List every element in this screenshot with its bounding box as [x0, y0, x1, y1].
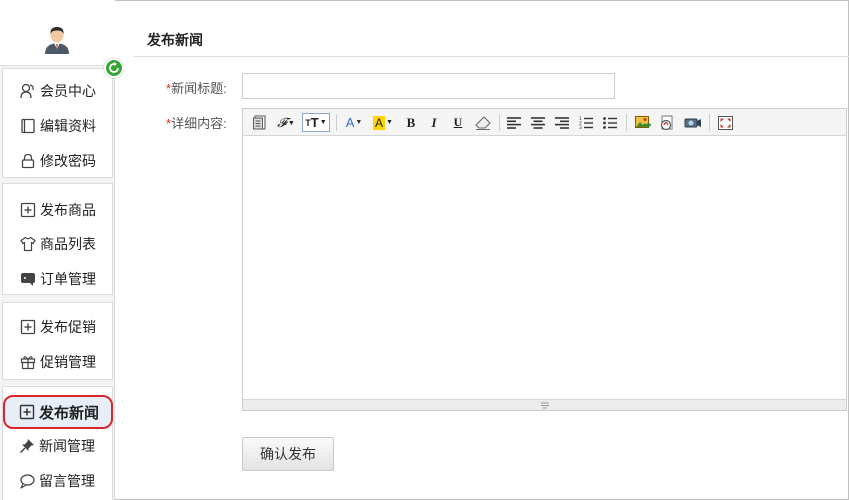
svg-text:3: 3	[579, 125, 582, 129]
lock-icon	[20, 153, 36, 169]
sidebar-item-change-password[interactable]: 修改密码	[3, 144, 114, 178]
refresh-icon[interactable]	[104, 58, 124, 78]
sidebar-item-order-management[interactable]: 订单管理	[3, 262, 114, 296]
sidebar-item-member-center[interactable]: 会员中心	[3, 74, 114, 108]
source-icon[interactable]	[252, 113, 268, 132]
sidebar: 会员中心 编辑资料 修改密码 发布商品 商品列表 订单管理 发布促销 促销管理 …	[0, 0, 124, 500]
sidebar-item-label: 留言管理	[39, 473, 95, 489]
toolbar-separator	[626, 114, 627, 131]
sidebar-item-label: 发布促销	[40, 319, 96, 335]
editor-resize-handle[interactable]	[243, 399, 846, 410]
news-content-label: *详细内容:	[166, 116, 227, 131]
avatar-area	[0, 0, 115, 66]
sidebar-group-goods: 发布商品 商品列表 订单管理	[2, 183, 113, 295]
tshirt-icon	[20, 236, 36, 252]
toolbar-separator	[336, 114, 337, 131]
pin-icon	[19, 438, 35, 454]
ordered-list-icon[interactable]: 123	[578, 113, 594, 132]
sidebar-item-publish-promotion[interactable]: 发布促销	[3, 310, 114, 344]
page-title: 发布新闻	[147, 32, 203, 48]
sidebar-item-label: 会员中心	[40, 83, 96, 99]
sidebar-item-edit-profile[interactable]: 编辑资料	[3, 109, 114, 143]
sidebar-item-news-management[interactable]: 新闻管理	[2, 429, 113, 463]
highlight-color-icon[interactable]: A ▼	[371, 113, 395, 132]
sidebar-item-label: 编辑资料	[40, 118, 96, 134]
plus-box-icon	[20, 319, 36, 335]
sidebar-item-message-management[interactable]: 留言管理	[2, 464, 113, 498]
toolbar-separator	[709, 114, 710, 131]
insert-image-icon[interactable]	[634, 113, 652, 132]
sidebar-group-member: 会员中心 编辑资料 修改密码	[2, 68, 113, 178]
sidebar-item-label: 发布新闻	[39, 404, 100, 422]
sidebar-item-label: 发布商品	[40, 202, 96, 218]
confirm-publish-button[interactable]: 确认发布	[242, 437, 334, 471]
bold-icon[interactable]: B	[403, 113, 419, 132]
title-divider	[134, 56, 849, 57]
underline-icon[interactable]: U	[450, 113, 466, 132]
insert-media-icon[interactable]	[683, 113, 703, 132]
sidebar-item-promotion-management[interactable]: 促销管理	[3, 345, 114, 379]
sidebar-item-publish-news[interactable]: 发布新闻	[2, 395, 113, 429]
unordered-list-icon[interactable]	[602, 113, 618, 132]
align-left-icon[interactable]	[506, 113, 522, 132]
toolbar-separator	[499, 114, 500, 131]
font-size-icon[interactable]: T T ▼	[302, 113, 330, 132]
main-content: 发布新闻 *新闻标题: *详细内容: 𝓕 ▼ T T ▼ A ▼ A ▼ B I…	[115, 0, 849, 500]
gift-icon	[20, 354, 36, 370]
font-family-icon[interactable]: 𝓕 ▼	[275, 113, 297, 132]
avatar[interactable]	[43, 24, 71, 54]
align-right-icon[interactable]	[554, 113, 570, 132]
insert-flash-icon[interactable]	[658, 113, 676, 132]
plus-box-icon	[20, 202, 36, 218]
news-title-label: *新闻标题:	[166, 81, 227, 96]
sidebar-item-label: 修改密码	[40, 153, 96, 169]
sidebar-group-promotion: 发布促销 促销管理	[2, 302, 113, 380]
eraser-icon[interactable]	[474, 113, 492, 132]
sidebar-item-goods-list[interactable]: 商品列表	[3, 227, 114, 261]
sidebar-item-label: 新闻管理	[39, 438, 95, 454]
fullscreen-icon[interactable]	[716, 113, 734, 132]
sidebar-item-label: 促销管理	[40, 354, 96, 370]
user-icon	[20, 83, 36, 99]
news-title-input[interactable]	[242, 73, 615, 99]
order-icon	[20, 271, 36, 287]
editor-toolbar: 𝓕 ▼ T T ▼ A ▼ A ▼ B I U 1 2 3	[243, 109, 846, 136]
italic-icon[interactable]: I	[426, 113, 442, 132]
sidebar-item-publish-goods[interactable]: 发布商品	[3, 193, 114, 227]
font-color-icon[interactable]: A ▼	[343, 113, 365, 132]
edit-profile-icon	[20, 118, 36, 134]
resize-grip-icon	[539, 401, 551, 411]
editor-content-area[interactable]	[243, 137, 846, 399]
align-center-icon[interactable]	[530, 113, 546, 132]
sidebar-item-label: 商品列表	[40, 236, 96, 252]
plus-box-icon	[19, 404, 35, 420]
rich-text-editor: 𝓕 ▼ T T ▼ A ▼ A ▼ B I U 1 2 3	[242, 108, 847, 411]
sidebar-item-label: 订单管理	[40, 271, 96, 287]
speech-bubble-icon	[19, 473, 35, 489]
